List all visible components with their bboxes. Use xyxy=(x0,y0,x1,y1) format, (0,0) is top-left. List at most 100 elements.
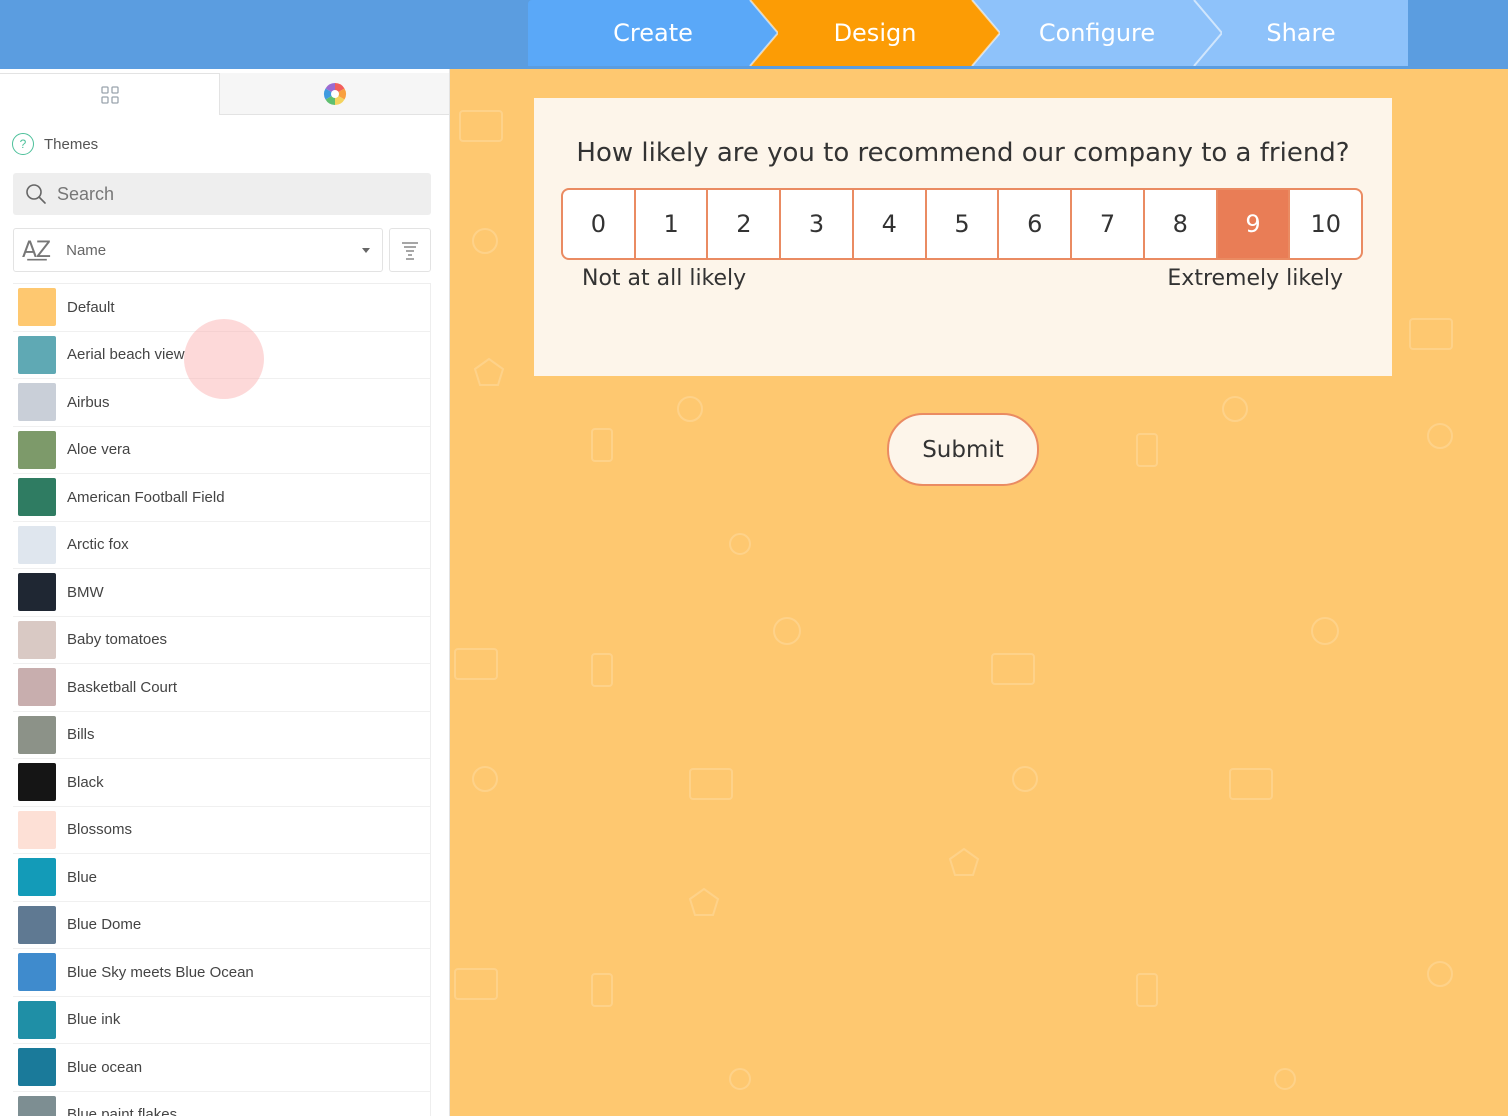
theme-name: Default xyxy=(67,298,115,316)
theme-name: Blue ink xyxy=(67,1011,121,1029)
theme-swatch xyxy=(18,430,56,469)
theme-swatch xyxy=(18,383,56,422)
themes-sidebar: ? Themes A͟Z Name Default Aerial beach vi… xyxy=(0,69,450,1116)
theme-item[interactable]: Default xyxy=(13,284,430,332)
theme-item[interactable]: Blue Dome xyxy=(13,902,430,949)
help-icon[interactable]: ? xyxy=(12,133,34,155)
scale-option[interactable]: 5 xyxy=(927,190,1000,258)
theme-item[interactable]: Blue ocean xyxy=(13,1044,430,1092)
theme-item[interactable]: Aerial beach view xyxy=(13,332,430,379)
theme-swatch xyxy=(18,478,56,517)
theme-name: Baby tomatoes xyxy=(67,631,168,649)
theme-item[interactable]: Blue xyxy=(13,854,430,902)
step-share[interactable]: Share xyxy=(1194,0,1408,66)
submit-button[interactable]: Submit xyxy=(887,413,1039,486)
theme-item[interactable]: Blossoms xyxy=(13,807,430,854)
nps-scale: 0 1 2 3 4 5 6 7 8 9 10 xyxy=(561,188,1363,260)
scale-option[interactable]: 7 xyxy=(1072,190,1145,258)
theme-swatch xyxy=(18,288,56,327)
scale-option[interactable]: 1 xyxy=(636,190,709,258)
search-icon xyxy=(26,184,46,204)
theme-name: Airbus xyxy=(67,393,110,411)
theme-item[interactable]: Blue ink xyxy=(13,997,430,1044)
theme-item[interactable]: Baby tomatoes xyxy=(13,617,430,664)
theme-name: Aerial beach view xyxy=(67,346,185,364)
theme-name: Blue Dome xyxy=(67,916,142,934)
scale-option[interactable]: 0 xyxy=(563,190,636,258)
themes-header: ? Themes xyxy=(12,133,98,155)
wizard-steps: Create Design Configure Share xyxy=(528,0,1408,66)
filter-icon xyxy=(402,242,418,260)
step-configure-label: Configure xyxy=(1038,19,1156,47)
theme-name: Arctic fox xyxy=(67,536,129,554)
theme-swatch xyxy=(18,763,56,802)
step-create-label: Create xyxy=(613,19,693,47)
sort-dropdown[interactable]: A͟Z Name xyxy=(13,228,383,272)
theme-item[interactable]: Basketball Court xyxy=(13,664,430,712)
theme-item[interactable]: American Football Field xyxy=(13,474,430,522)
theme-swatch xyxy=(18,905,56,944)
scale-option[interactable]: 9 xyxy=(1217,190,1291,258)
theme-name: BMW xyxy=(67,583,104,601)
theme-swatch xyxy=(18,668,56,707)
theme-list: Default Aerial beach view Airbus Aloe vera A… xyxy=(13,283,431,1116)
theme-item[interactable]: Airbus xyxy=(13,379,430,427)
search-box xyxy=(13,173,431,215)
tab-themes[interactable] xyxy=(220,73,449,115)
tab-layout[interactable] xyxy=(0,73,220,115)
sort-az-icon: A͟Z xyxy=(22,237,51,263)
theme-item[interactable]: Arctic fox xyxy=(13,522,430,569)
theme-swatch xyxy=(18,573,56,612)
step-design[interactable]: Design xyxy=(750,0,1000,66)
theme-name: Bills xyxy=(67,726,95,744)
scale-option[interactable]: 2 xyxy=(708,190,782,258)
scale-option[interactable]: 4 xyxy=(854,190,927,258)
theme-swatch xyxy=(18,810,56,849)
theme-name: Black xyxy=(67,773,104,791)
theme-swatch xyxy=(18,525,56,564)
step-design-label: Design xyxy=(833,19,917,47)
theme-swatch xyxy=(18,953,56,992)
theme-item[interactable]: BMW xyxy=(13,569,430,617)
survey-question: How likely are you to recommend our comp… xyxy=(576,138,1350,168)
scale-option[interactable]: 8 xyxy=(1145,190,1218,258)
theme-item[interactable]: Blue paint flakes xyxy=(13,1092,430,1116)
theme-name: American Football Field xyxy=(67,488,225,506)
theme-swatch xyxy=(18,715,56,754)
scale-option[interactable]: 10 xyxy=(1290,190,1361,258)
theme-name: Aloe vera xyxy=(67,441,131,459)
filter-button[interactable] xyxy=(389,228,431,272)
search-input[interactable] xyxy=(57,183,417,205)
theme-name: Blue Sky meets Blue Ocean xyxy=(67,963,254,981)
theme-swatch xyxy=(18,858,56,897)
sort-label: Name xyxy=(66,241,107,259)
step-share-label: Share xyxy=(1266,19,1336,47)
scale-option[interactable]: 3 xyxy=(781,190,854,258)
theme-swatch xyxy=(18,1048,56,1087)
survey-card: How likely are you to recommend our comp… xyxy=(534,98,1392,376)
step-create[interactable]: Create xyxy=(528,0,778,66)
grid-icon xyxy=(100,85,119,104)
theme-item[interactable]: Bills xyxy=(13,712,430,759)
theme-name: Blossoms xyxy=(67,821,133,839)
survey-canvas: How likely are you to recommend our comp… xyxy=(450,69,1508,1116)
color-wheel-icon xyxy=(324,82,346,105)
theme-swatch xyxy=(18,620,56,659)
wizard-bar: Create Design Configure Share xyxy=(0,0,1508,69)
scale-option[interactable]: 6 xyxy=(999,190,1073,258)
sort-bar: A͟Z Name xyxy=(13,228,431,272)
theme-item[interactable]: Blue Sky meets Blue Ocean xyxy=(13,949,430,997)
theme-swatch xyxy=(18,1000,56,1039)
step-configure[interactable]: Configure xyxy=(972,0,1222,66)
theme-item[interactable]: Black xyxy=(13,759,430,807)
scale-low-label: Not at all likely xyxy=(582,266,747,291)
sidebar-tabs xyxy=(0,69,449,115)
theme-name: Blue paint flakes xyxy=(67,1106,178,1116)
theme-name: Basketball Court xyxy=(67,678,178,696)
theme-item[interactable]: Aloe vera xyxy=(13,427,430,474)
theme-name: Blue xyxy=(67,868,98,886)
themes-label: Themes xyxy=(44,135,99,153)
scale-high-label: Extremely likely xyxy=(1167,266,1343,291)
theme-name: Blue ocean xyxy=(67,1058,143,1076)
chevron-down-icon xyxy=(362,248,370,253)
